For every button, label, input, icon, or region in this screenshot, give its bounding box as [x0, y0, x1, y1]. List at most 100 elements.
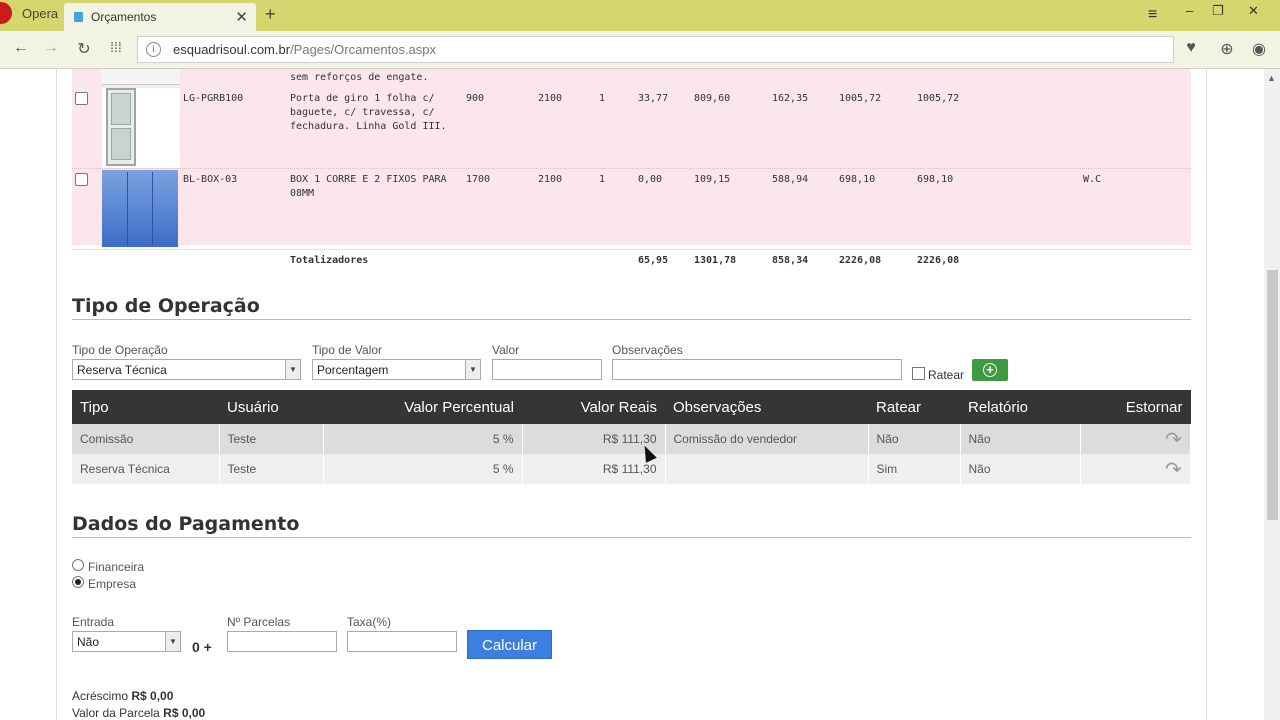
undo-icon[interactable]: ↶: [1165, 457, 1182, 482]
item-description: BOX 1 CORRE E 2 FIXOS PARA 08MM: [290, 174, 447, 199]
section-title-operacao: Tipo de Operação: [72, 295, 260, 317]
back-icon[interactable]: ←: [11, 39, 31, 57]
tab-bar: Opera Orçamentos ✕ + ≡ – ❐ ✕: [0, 0, 1280, 31]
url-field[interactable]: i esquadrisoul.com.br/Pages/Orcamentos.a…: [137, 36, 1174, 63]
plus-circle-icon: +: [983, 363, 997, 377]
scroll-up-icon[interactable]: ▲: [1267, 73, 1276, 83]
radio-financeira[interactable]: [72, 559, 84, 571]
maximize-icon[interactable]: ❐: [1212, 3, 1224, 19]
total-value: 1301,78: [694, 255, 737, 266]
col-header: Ratear: [868, 390, 960, 424]
acrescimo-row: Acréscimo R$ 0,00: [72, 689, 173, 703]
parcelas-input[interactable]: [227, 631, 337, 652]
valor-input[interactable]: [492, 359, 602, 380]
ratear-label: Ratear: [928, 368, 965, 382]
parcela-value: R$ 0,00: [163, 706, 206, 720]
chevron-down-icon[interactable]: ▼: [465, 360, 480, 379]
taxa-label: Taxa(%): [347, 615, 392, 629]
item-thumbnail: [102, 88, 180, 168]
tab-menu-icon[interactable]: ≡: [1148, 6, 1157, 24]
chevron-down-icon[interactable]: ▼: [285, 360, 300, 379]
heart-icon[interactable]: ♥: [1180, 39, 1202, 57]
item-value: 109,15: [694, 174, 731, 185]
item-code: BL-BOX-03: [183, 174, 238, 185]
opera-menu-button[interactable]: Opera: [0, 0, 62, 26]
tipo-valor-value: Porcentagem: [317, 363, 389, 377]
cell-ratear: Sim: [868, 454, 961, 484]
download-icon[interactable]: ⊕: [1216, 39, 1238, 59]
tipo-valor-select[interactable]: Porcentagem ▼: [312, 359, 481, 380]
cell-tipo: Reserva Técnica: [72, 454, 220, 484]
parcela-row: Valor da Parcela R$ 0,00: [72, 706, 205, 720]
observacoes-label: Observações: [612, 343, 683, 357]
tipo-operacao-label: Tipo de Operação: [72, 343, 168, 357]
ratear-checkbox[interactable]: [912, 367, 925, 380]
cell-usuario: Teste: [219, 454, 324, 484]
table-row: Reserva Técnica Teste 5 % R$ 111,30 Sim …: [72, 454, 1191, 484]
total-value: 2226,08: [917, 255, 960, 266]
speed-dial-icon[interactable]: ⁞⁞⁞: [106, 39, 126, 55]
item-thumbnail: [102, 170, 178, 247]
url-host: esquadrisoul.com.br: [173, 42, 291, 57]
reload-icon[interactable]: ↻: [74, 39, 94, 59]
item-value: 588,94: [772, 174, 809, 185]
page-content: sem reforços de engate. LG-PGRB100 Porta…: [0, 69, 1264, 720]
col-header: Usuário: [219, 390, 323, 424]
undo-icon[interactable]: ↶: [1165, 427, 1182, 452]
url-path: /Pages/Orcamentos.aspx: [290, 42, 437, 57]
account-icon[interactable]: ◉: [1248, 39, 1270, 59]
total-value: 858,34: [772, 255, 809, 266]
table-row: BL-BOX-03 BOX 1 CORRE E 2 FIXOS PARA 08M…: [72, 169, 1191, 250]
radio-empresa[interactable]: [72, 576, 84, 588]
calcular-button[interactable]: Calcular: [467, 630, 552, 659]
section-title-pagamento: Dados do Pagamento: [72, 513, 300, 535]
tab-orcamentos[interactable]: Orçamentos ✕: [64, 3, 256, 31]
close-window-icon[interactable]: ✕: [1248, 3, 1259, 19]
partial-item-desc: sem reforços de engate.: [290, 72, 429, 83]
operations-table: Tipo Usuário Valor Percentual Valor Reai…: [72, 390, 1191, 484]
address-toolbar: ← → ↻ ⁞⁞⁞ i esquadrisoul.com.br/Pages/Or…: [0, 31, 1280, 69]
item-width: 900: [466, 93, 485, 104]
table-row: LG-PGRB100 Porta de giro 1 folha c/ bagu…: [72, 88, 1191, 169]
tab-title: Orçamentos: [91, 10, 157, 24]
cell-percentual: 5 %: [323, 424, 523, 454]
close-tab-icon[interactable]: ✕: [235, 8, 248, 26]
col-header: Estornar: [1080, 390, 1191, 424]
chevron-down-icon[interactable]: ▼: [165, 632, 180, 651]
minimize-icon[interactable]: –: [1186, 3, 1193, 18]
favicon-icon: [74, 12, 83, 22]
col-header: Valor Percentual: [323, 390, 522, 424]
item-height: 2100: [538, 174, 563, 185]
item-height: 2100: [538, 93, 563, 104]
new-tab-icon[interactable]: +: [265, 4, 276, 25]
opera-label: Opera: [22, 5, 59, 21]
cell-usuario: Teste: [219, 424, 324, 454]
entrada-value: Não: [77, 635, 100, 649]
empresa-label: Empresa: [88, 577, 137, 591]
estornar-cell: ↶: [1080, 424, 1191, 454]
acrescimo-label: Acréscimo: [72, 689, 129, 703]
observacoes-input[interactable]: [612, 359, 902, 380]
site-info-icon[interactable]: i: [146, 42, 161, 57]
scroll-thumb[interactable]: [1267, 270, 1278, 520]
entrada-select[interactable]: Não ▼: [72, 631, 181, 652]
item-note: W.C: [1083, 174, 1102, 185]
row-checkbox[interactable]: [75, 92, 88, 105]
cell-observacoes: [665, 454, 869, 484]
items-list: sem reforços de engate. LG-PGRB100 Porta…: [72, 69, 1191, 250]
table-header: Tipo Usuário Valor Percentual Valor Reai…: [72, 390, 1191, 424]
total-value: 2226,08: [839, 255, 882, 266]
cell-relatorio: Não: [960, 454, 1081, 484]
cell-observacoes: Comissão do vendedor: [665, 424, 869, 454]
item-value: 0,00: [638, 174, 663, 185]
vertical-scrollbar[interactable]: ▲: [1264, 69, 1280, 720]
item-total: 698,10: [917, 174, 954, 185]
entrada-label: Entrada: [72, 615, 115, 629]
taxa-input[interactable]: [347, 631, 457, 652]
tipo-operacao-select[interactable]: Reserva Técnica ▼: [72, 359, 301, 380]
forward-icon[interactable]: →: [41, 39, 61, 57]
row-checkbox[interactable]: [75, 173, 88, 186]
parcela-label: Valor da Parcela: [72, 706, 160, 720]
add-operation-button[interactable]: +: [972, 359, 1008, 381]
valor-label: Valor: [492, 343, 520, 357]
